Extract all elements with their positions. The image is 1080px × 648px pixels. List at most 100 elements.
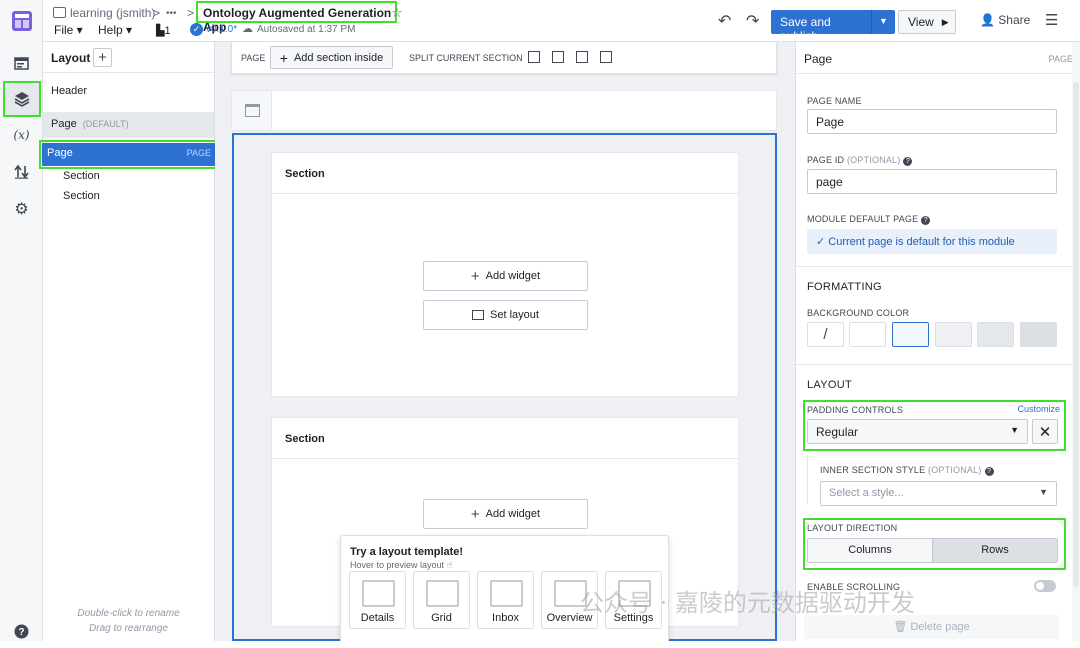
template-grid[interactable]: Grid xyxy=(413,571,470,629)
page-name-input[interactable]: Page xyxy=(807,109,1057,134)
layout-item-section[interactable]: Section xyxy=(63,190,100,202)
autosave-status: Autosaved at 1:37 PM xyxy=(257,24,356,35)
app-file-icon xyxy=(53,7,66,18)
breadcrumb-project[interactable]: learning (jsmith) xyxy=(70,6,155,20)
template-popup-subtitle: Hover to preview layout ☝ xyxy=(350,560,453,570)
breadcrumb-ellipsis[interactable]: ••• xyxy=(166,8,177,19)
bg-color-swatch-dark-gray[interactable] xyxy=(1020,322,1057,347)
add-widget-button[interactable]: + Add widget xyxy=(423,261,588,291)
rename-hint: Double-click to rename xyxy=(77,608,180,619)
template-inbox-icon xyxy=(490,580,523,607)
page-icon[interactable] xyxy=(4,46,39,80)
layout-item-page[interactable]: Page PAGE xyxy=(42,143,216,166)
section-title[interactable]: Section xyxy=(272,153,738,194)
save-publish-button[interactable]: Save and publish xyxy=(771,10,871,43)
help-icon[interactable]: ? xyxy=(4,614,39,648)
header-icon xyxy=(245,104,260,117)
customize-link[interactable]: Customize xyxy=(1017,404,1060,414)
menu-file[interactable]: File ▾ xyxy=(54,23,83,37)
add-widget-button[interactable]: + Add widget xyxy=(423,499,588,529)
app-title-box[interactable]: Ontology Augmented Generation App xyxy=(196,1,397,34)
help-icon: ? xyxy=(903,157,913,166)
split-bottom-icon[interactable] xyxy=(552,51,564,63)
list-icon[interactable]: ☰ xyxy=(1045,11,1058,29)
share-button[interactable]: 👤 Share xyxy=(980,13,1030,27)
formatting-title: FORMATTING xyxy=(807,281,882,293)
layout-item-page-group[interactable]: Page (DEFAULT) xyxy=(43,112,214,138)
help-icon: ? xyxy=(984,467,994,476)
layout-item-page-highlight: Page PAGE xyxy=(39,140,219,169)
clear-padding-button[interactable]: ✕ xyxy=(1032,419,1058,444)
delete-page-button[interactable]: 🗑 Delete page xyxy=(804,615,1059,639)
view-button[interactable]: View ▶ xyxy=(898,10,956,34)
direction-rows-button[interactable]: Rows xyxy=(932,539,1057,562)
split-section-label: SPLIT CURRENT SECTION xyxy=(409,53,523,63)
panel-scrollbar[interactable] xyxy=(1072,42,1080,641)
top-bar: learning (jsmith) > ••• > Ontology Augme… xyxy=(43,0,1080,43)
split-right-icon[interactable] xyxy=(600,51,612,63)
bg-color-swatch-selected[interactable] xyxy=(892,322,929,347)
badge-count: 1 xyxy=(164,25,171,37)
template-details-icon xyxy=(362,580,395,607)
layers-icon[interactable] xyxy=(3,81,41,117)
save-dropdown-button[interactable]: ▼ xyxy=(871,10,895,34)
layout-title: LAYOUT xyxy=(807,379,852,391)
section-card[interactable]: Section + Add widget Set layout xyxy=(271,152,739,397)
template-details[interactable]: Details xyxy=(349,571,406,629)
bg-color-swatch-gray[interactable] xyxy=(977,322,1014,347)
check-icon: ✓ xyxy=(190,23,203,36)
redo-icon[interactable]: ↷ xyxy=(746,11,759,31)
bg-color-none-swatch[interactable]: / xyxy=(807,322,844,347)
plus-icon: + xyxy=(279,49,288,66)
layout-item-header[interactable]: Header xyxy=(51,85,87,97)
menu-help[interactable]: Help ▾ xyxy=(98,23,132,37)
plus-icon: + xyxy=(470,267,480,285)
chevron-down-icon: ▼ xyxy=(1010,425,1019,435)
star-icon[interactable]: ☆ xyxy=(391,5,403,21)
check-icon: ✓ xyxy=(816,236,826,248)
template-inbox[interactable]: Inbox xyxy=(477,571,534,629)
layout-icon xyxy=(472,310,485,320)
trash-icon: 🗑 xyxy=(893,621,908,633)
add-section-inside-button[interactable]: + Add section inside xyxy=(270,46,393,69)
direction-columns-button[interactable]: Columns xyxy=(808,539,932,562)
save-publish-group: Save and publish ▼ xyxy=(771,10,895,43)
inner-section-style-select[interactable]: Select a style... ▼ xyxy=(820,481,1057,506)
bg-color-swatch-light-gray[interactable] xyxy=(935,322,972,347)
chevron-down-icon: ▼ xyxy=(1039,487,1048,497)
padding-controls-label: PADDING CONTROLS xyxy=(807,405,904,415)
template-grid-icon xyxy=(426,580,459,607)
split-left-icon[interactable] xyxy=(576,51,588,63)
undo-icon[interactable]: ↶ xyxy=(718,11,731,31)
version-label[interactable]: v0.1.0* xyxy=(206,24,237,35)
divider xyxy=(796,266,1080,267)
divider xyxy=(796,73,1080,74)
building-icon[interactable]: ▙1 xyxy=(156,24,171,37)
padding-select[interactable]: Regular ▼ xyxy=(807,419,1028,444)
variable-icon[interactable]: (x) xyxy=(4,118,39,152)
page-name-label: PAGE NAME xyxy=(807,96,862,106)
layout-direction-label: LAYOUT DIRECTION xyxy=(807,523,898,533)
section-toolbar: PAGE + Add section inside SPLIT CURRENT S… xyxy=(231,42,777,74)
play-icon: ▶ xyxy=(941,16,949,27)
bg-color-swatch-white[interactable] xyxy=(849,322,886,347)
add-layout-button[interactable]: + xyxy=(93,48,112,67)
gear-icon[interactable]: ⚙ xyxy=(4,192,39,226)
divider xyxy=(43,72,214,73)
page-header-strip[interactable] xyxy=(231,90,777,131)
scrollbar-thumb[interactable] xyxy=(1073,82,1079,587)
section-title[interactable]: Section xyxy=(272,418,738,459)
enable-scrolling-toggle[interactable] xyxy=(1034,580,1056,592)
header-icon-box xyxy=(232,91,272,130)
layout-item-section[interactable]: Section xyxy=(63,170,100,182)
set-layout-button[interactable]: Set layout xyxy=(423,300,588,330)
user-icon: 👤 xyxy=(980,13,995,27)
split-top-icon[interactable] xyxy=(528,51,540,63)
inner-section-style-label: INNER SECTION STYLE (OPTIONAL)? xyxy=(820,465,994,476)
properties-panel: Page PAGE PAGE NAME Page PAGE ID (OPTION… xyxy=(795,42,1080,641)
swap-icon[interactable] xyxy=(4,154,39,188)
divider xyxy=(796,364,1080,365)
page-id-input[interactable]: page xyxy=(807,169,1057,194)
app-icon[interactable] xyxy=(4,4,39,38)
pointer-icon: ☝ xyxy=(446,560,453,570)
